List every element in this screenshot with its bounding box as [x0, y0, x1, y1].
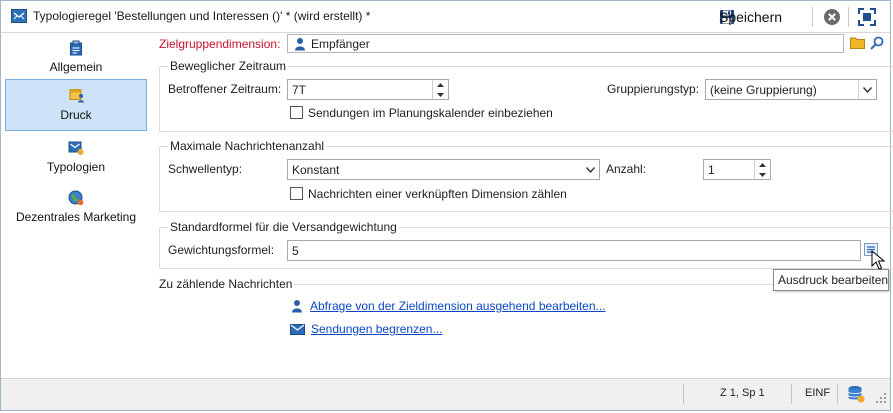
sidebar-item-typologien[interactable]: Typologien — [5, 137, 147, 185]
insert-mode: EINF — [805, 387, 831, 399]
status-separator — [837, 384, 838, 404]
main-panel: Zielgruppendimension: Empfänger Beweglic… — [151, 33, 893, 378]
count-label: Anzahl: — [606, 162, 647, 176]
globe-icon — [68, 190, 84, 206]
linked-dimension-checkbox[interactable] — [290, 187, 303, 200]
period-input[interactable]: 7T — [287, 79, 449, 100]
maximize-icon[interactable] — [857, 7, 877, 27]
period-spinner — [432, 80, 448, 99]
linked-dimension-label: Nachrichten einer verknüpften Dimension … — [308, 187, 567, 201]
window-title: Typologieregel 'Bestellungen und Interes… — [33, 9, 371, 23]
counted-messages-title: Zu zählende Nachrichten — [159, 277, 293, 291]
chevron-down-icon — [585, 166, 595, 173]
threshold-type-label: Schwellentyp: — [168, 162, 243, 176]
typology-rule-icon — [11, 9, 27, 23]
cursor-position: Z 1, Sp 1 — [720, 387, 765, 399]
title-bar: Typologieregel 'Bestellungen und Interes… — [1, 1, 890, 33]
status-bar: Z 1, Sp 1 EINF — [1, 378, 890, 410]
folder-icon[interactable] — [850, 36, 865, 49]
person-icon — [292, 300, 302, 313]
sidebar-item-label: Typologien — [46, 160, 106, 174]
caret-up-icon — [759, 163, 766, 167]
count-input[interactable]: 1 — [703, 159, 771, 180]
moving-period-group: Beweglicher Zeitraum Betroffener Zeitrau… — [159, 59, 893, 132]
max-messages-group: Maximale Nachrichtenanzahl Schwellentyp:… — [159, 139, 893, 212]
period-value: 7T — [292, 83, 307, 97]
query-edit-link-row[interactable]: Abfrage von der Zieldimension ausgehend … — [290, 299, 606, 313]
calendar-person-icon — [69, 89, 84, 103]
spin-up-button[interactable] — [433, 80, 448, 90]
limit-deliveries-link[interactable]: Sendungen begrenzen... — [311, 322, 442, 336]
planning-calendar-checkbox[interactable] — [290, 106, 303, 119]
threshold-type-select[interactable]: Konstant — [287, 159, 600, 180]
limit-deliveries-link-row[interactable]: Sendungen begrenzen... — [290, 322, 442, 336]
grouping-dropdown-arrow[interactable] — [858, 80, 876, 99]
weighting-formula-input[interactable]: 5 — [287, 240, 861, 261]
weighting-formula-group: Standardformel für die Versandgewichtung… — [159, 220, 893, 269]
grouping-type-select[interactable]: (keine Gruppierung) — [705, 79, 877, 100]
grouping-type-label: Gruppierungstyp: — [607, 82, 700, 96]
moving-period-title: Beweglicher Zeitraum — [168, 59, 289, 73]
grouping-type-value: (keine Gruppierung) — [710, 83, 817, 97]
chevron-down-icon — [863, 86, 872, 93]
clipboard-icon — [70, 40, 82, 56]
status-separator — [791, 384, 792, 404]
target-dimension-field[interactable]: Empfänger — [287, 34, 844, 53]
toolbar-separator — [848, 7, 849, 27]
typology-rule-window: Typologieregel 'Bestellungen und Interes… — [0, 0, 893, 411]
caret-down-icon — [759, 173, 766, 177]
status-separator — [683, 384, 684, 404]
caret-up-icon — [437, 83, 444, 87]
period-label: Betroffener Zeitraum: — [168, 82, 282, 96]
spin-down-button[interactable] — [755, 170, 770, 180]
sidebar-item-label: Allgemein — [49, 60, 103, 74]
count-spinner — [754, 160, 770, 179]
expression-tooltip: Ausdruck bearbeiten — [773, 269, 889, 291]
toolbar-separator — [812, 7, 813, 27]
save-button-label: Speichern — [719, 9, 783, 25]
spin-up-button[interactable] — [755, 160, 770, 170]
close-icon[interactable] — [823, 8, 841, 26]
threshold-type-value: Konstant — [292, 163, 340, 177]
sidebar: Allgemein Druck Typologien Dezentrales M… — [1, 33, 151, 378]
weighting-formula-value: 5 — [292, 244, 299, 258]
database-icon[interactable] — [847, 385, 865, 403]
sidebar-item-label: Dezentrales Marketing — [15, 210, 137, 224]
mouse-cursor-icon — [871, 250, 885, 270]
search-icon[interactable] — [870, 36, 884, 50]
envelope-icon — [290, 323, 305, 335]
typology-icon — [68, 141, 84, 155]
resize-grip-icon[interactable] — [876, 393, 886, 403]
sidebar-item-label: Druck — [60, 108, 92, 122]
target-dimension-value: Empfänger — [311, 36, 370, 51]
sidebar-item-dezentrales-marketing[interactable]: Dezentrales Marketing — [5, 187, 147, 235]
query-edit-link[interactable]: Abfrage von der Zieldimension ausgehend … — [310, 299, 606, 313]
spin-down-button[interactable] — [433, 90, 448, 100]
sidebar-item-druck[interactable]: Druck — [5, 79, 147, 131]
count-value: 1 — [708, 163, 715, 177]
save-button[interactable]: Speichern — [719, 6, 782, 28]
weighting-formula-label: Gewichtungsformel: — [168, 243, 275, 257]
target-dimension-label: Zielgruppendimension: — [159, 37, 281, 51]
weighting-formula-title: Standardformel für die Versandgewichtung — [168, 220, 399, 234]
planning-calendar-label: Sendungen im Planungskalender einbeziehe… — [308, 106, 553, 120]
person-icon — [295, 37, 305, 50]
sidebar-item-allgemein[interactable]: Allgemein — [5, 37, 147, 85]
threshold-dropdown-arrow[interactable] — [581, 160, 599, 179]
caret-down-icon — [437, 93, 444, 97]
max-messages-title: Maximale Nachrichtenanzahl — [168, 139, 327, 153]
